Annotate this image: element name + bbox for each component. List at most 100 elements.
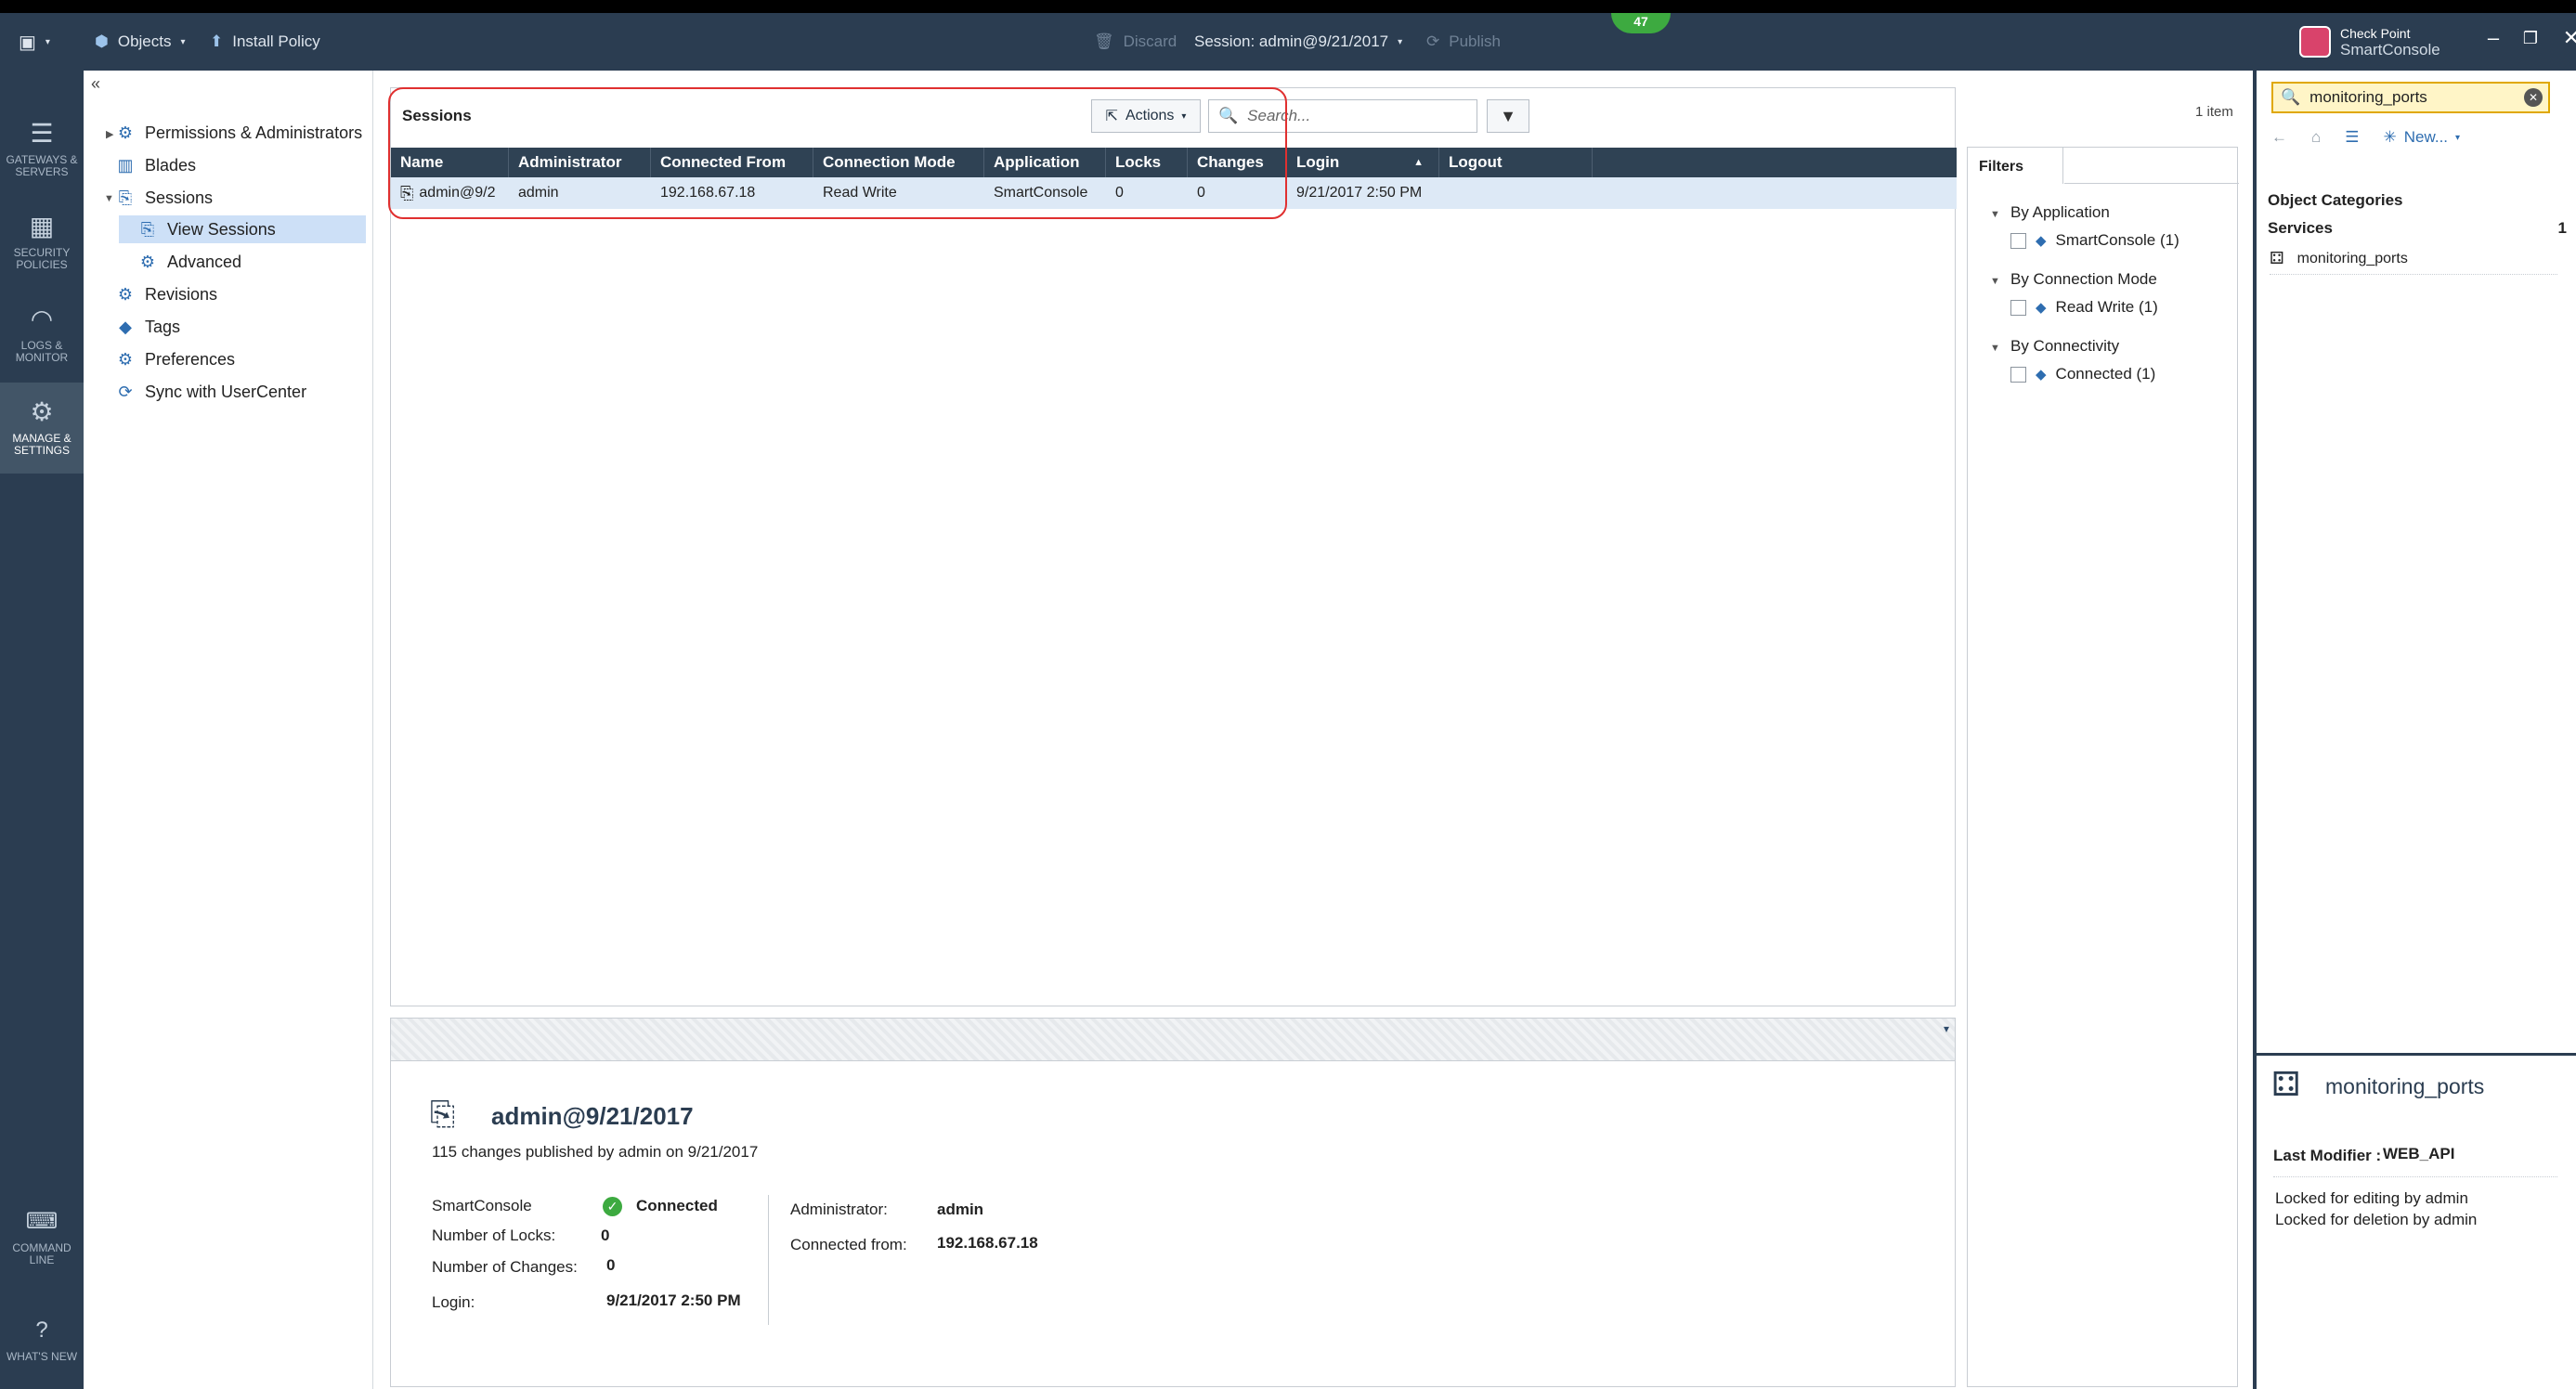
- details-splitter[interactable]: ▾: [391, 1019, 1955, 1061]
- collapse-arrow-icon[interactable]: ▼: [1990, 343, 2000, 354]
- nav-label: MANAGE & SETTINGS: [12, 432, 72, 457]
- object-search-input[interactable]: 🔍 monitoring_ports ✕: [2271, 82, 2550, 113]
- search-icon: 🔍: [2281, 88, 2301, 106]
- tree-item-permissions[interactable]: ⚙ Permissions & Administrators: [115, 119, 362, 147]
- nav-manage-settings[interactable]: ⚙ MANAGE & SETTINGS: [0, 383, 84, 474]
- tree-item-preferences[interactable]: ⚙ Preferences: [115, 345, 235, 373]
- details-subtitle: 115 changes published by admin on 9/21/2…: [432, 1143, 759, 1161]
- tree-item-label: Advanced: [167, 252, 242, 271]
- collapse-arrow-icon[interactable]: ▼: [104, 193, 114, 204]
- home-icon[interactable]: ⌂: [2311, 128, 2321, 147]
- nav-label: SECURITY POLICIES: [13, 246, 71, 271]
- column-header-logout[interactable]: Logout: [1439, 148, 1593, 177]
- connected-check-icon: ✓: [603, 1197, 622, 1216]
- filter-group-application[interactable]: By Application: [2010, 203, 2110, 222]
- publish-button[interactable]: ⟳ Publish: [1426, 13, 1501, 71]
- detail-divider: [2273, 1176, 2557, 1177]
- services-label: Services: [2268, 219, 2333, 237]
- brand-line2: SmartConsole: [2340, 41, 2440, 58]
- changes-value: 0: [606, 1256, 616, 1274]
- cube-icon: ⬢: [95, 32, 109, 50]
- tree-item-sync-usercenter[interactable]: ⟳ Sync with UserCenter: [115, 378, 306, 406]
- connected-status: Connected: [636, 1197, 718, 1214]
- object-detail-pane: ⚃ monitoring_ports Last Modifier : WEB_A…: [2257, 1053, 2576, 1389]
- service-group-icon: ⚃: [2270, 249, 2284, 267]
- session-dropdown[interactable]: Session: admin@9/21/2017 ▾: [1194, 13, 1402, 71]
- new-object-button[interactable]: ✳ New... ▾: [2384, 128, 2461, 147]
- tree-item-tags[interactable]: ◆ Tags: [115, 313, 180, 341]
- back-arrow-icon[interactable]: ←: [2271, 128, 2287, 147]
- collapse-arrow-icon[interactable]: ▼: [1990, 209, 2000, 220]
- publish-icon: ⟳: [1426, 32, 1440, 50]
- funnel-icon: ▼: [1500, 107, 1516, 125]
- last-modifier-label: Last Modifier :: [2273, 1147, 2382, 1164]
- list-view-icon[interactable]: ☰: [2345, 128, 2359, 147]
- nav-security-policies[interactable]: ▦ SECURITY POLICIES: [0, 197, 84, 288]
- discard-label: Discard: [1123, 32, 1177, 50]
- tree-item-view-sessions[interactable]: ⎘ View Sessions: [119, 215, 366, 243]
- clear-search-icon[interactable]: ✕: [2524, 88, 2543, 107]
- tree-item-label: Blades: [145, 155, 197, 175]
- command-line-icon: ⌨: [25, 1209, 59, 1234]
- install-policy-label: Install Policy: [232, 32, 320, 50]
- nav-label: WHAT'S NEW: [6, 1349, 78, 1363]
- nav-command-line[interactable]: ⌨ COMMAND LINE: [0, 1192, 84, 1283]
- tree-item-advanced[interactable]: ⚙ Advanced: [137, 248, 241, 276]
- collapse-arrow-icon[interactable]: ▼: [1990, 276, 2000, 287]
- column-header-login[interactable]: Login ▲: [1287, 148, 1439, 177]
- services-count: 1: [2557, 219, 2567, 237]
- cell-logout: [1439, 177, 1593, 209]
- object-item-label: monitoring_ports: [2296, 250, 2408, 266]
- filter-item-read-write[interactable]: ◆ Read Write (1): [2010, 298, 2158, 317]
- connected-from-label: Connected from:: [790, 1236, 907, 1253]
- trash-icon: 🗑: [1094, 32, 1114, 50]
- collapse-details-icon[interactable]: ▾: [1944, 1022, 1949, 1035]
- minimize-icon[interactable]: –: [2479, 24, 2507, 52]
- category-services[interactable]: Services 1: [2268, 219, 2567, 238]
- discard-button[interactable]: 🗑 Discard: [1094, 13, 1177, 71]
- object-detail-title: monitoring_ports: [2325, 1074, 2485, 1098]
- objects-label: Objects: [117, 32, 172, 50]
- locks-value: 0: [601, 1227, 610, 1244]
- tree-item-sessions[interactable]: ⎘ Sessions: [115, 184, 213, 212]
- filter-item-smartconsole[interactable]: ◆ SmartConsole (1): [2010, 231, 2179, 250]
- object-list-item[interactable]: ⚃ monitoring_ports: [2270, 249, 2557, 275]
- lock-deletion-text: Locked for deletion by admin: [2275, 1211, 2478, 1228]
- details-divider: [768, 1195, 769, 1325]
- nav-logs-monitor[interactable]: ◠ LOGS & MONITOR: [0, 290, 84, 381]
- objects-menu-button[interactable]: ⬢ Objects ▾: [95, 13, 186, 71]
- policies-icon: ▦: [29, 212, 55, 240]
- tree-item-label: Sync with UserCenter: [145, 382, 307, 401]
- tag-icon: ◆: [2036, 233, 2047, 249]
- install-policy-button[interactable]: ⬆ Install Policy: [210, 13, 320, 71]
- filter-item-connected[interactable]: ◆ Connected (1): [2010, 365, 2155, 383]
- tree-item-blades[interactable]: ▥ Blades: [115, 151, 196, 179]
- nav-whats-new[interactable]: ? WHAT'S NEW: [0, 1294, 84, 1385]
- filter-checkbox[interactable]: [2010, 366, 2026, 383]
- expand-arrow-icon[interactable]: ▶: [106, 128, 113, 140]
- sessions-icon: ⎘: [140, 219, 155, 239]
- filter-checkbox[interactable]: [2010, 299, 2026, 316]
- help-icon: ?: [35, 1317, 48, 1343]
- new-star-icon: ✳: [2383, 128, 2397, 146]
- collapse-panel-button[interactable]: «: [91, 74, 100, 94]
- tab-filters[interactable]: Filters: [1967, 147, 2063, 184]
- tree-item-revisions[interactable]: ⚙ Revisions: [115, 280, 217, 308]
- session-details-pane: ▾ ⎘ admin@9/21/2017 115 changes publishe…: [390, 1018, 1956, 1387]
- sessions-icon: ⎘: [118, 188, 133, 207]
- filter-group-connectivity[interactable]: By Connectivity: [2010, 337, 2119, 356]
- cell-login: 9/21/2017 2:50 PM: [1296, 185, 1423, 201]
- tag-icon: ◆: [2036, 300, 2047, 316]
- filter-item-label: Read Write (1): [2055, 298, 2158, 316]
- filter-checkbox[interactable]: [2010, 232, 2026, 249]
- sessions-panel: Sessions ⇱ Actions ▾ 🔍 Search... ▼ Name …: [390, 87, 1957, 1006]
- nav-gateways-servers[interactable]: ☰ GATEWAYS & SERVERS: [0, 104, 84, 195]
- filter-group-connection-mode[interactable]: By Connection Mode: [2010, 270, 2157, 289]
- gateways-icon: ☰: [30, 119, 54, 148]
- notification-badge[interactable]: 47: [1611, 13, 1671, 33]
- filter-toggle-button[interactable]: ▼: [1487, 99, 1529, 133]
- restore-icon[interactable]: ❐: [2517, 24, 2544, 52]
- login-value: 9/21/2017 2:50 PM: [606, 1292, 741, 1309]
- app-menu-button[interactable]: ▣ ▾: [19, 13, 50, 71]
- close-icon[interactable]: ✕: [2557, 24, 2576, 52]
